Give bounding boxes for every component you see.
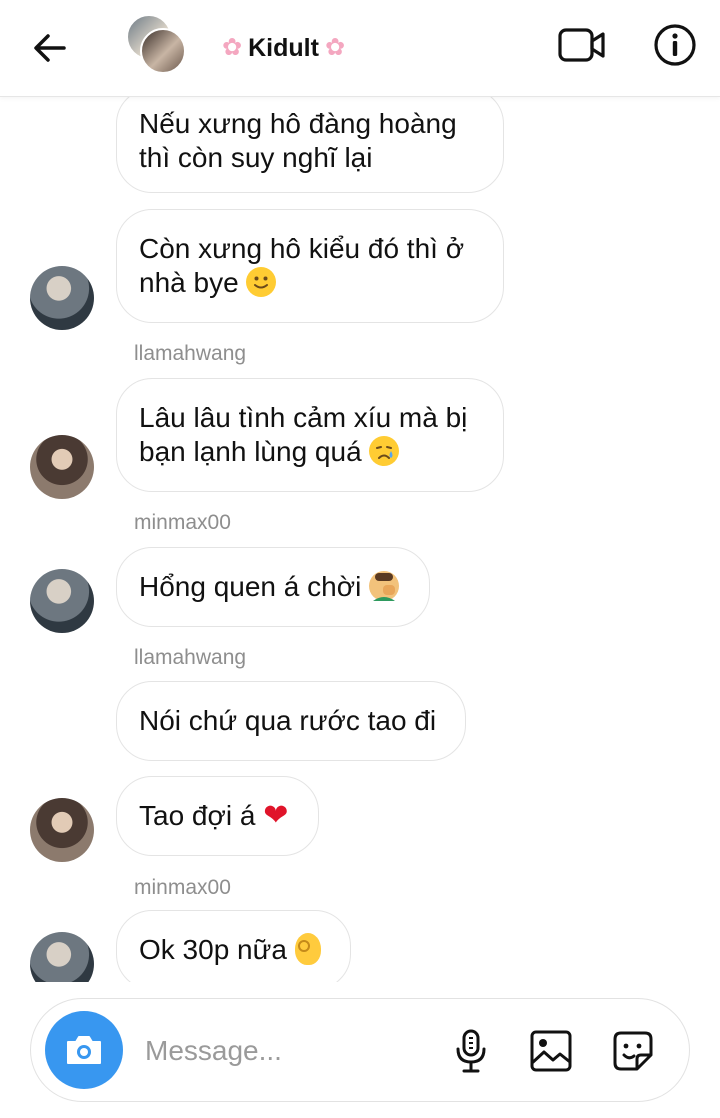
cherry-blossom-icon: ✿: [324, 34, 346, 61]
slightly-smiling-face-icon: [246, 267, 277, 297]
chat-title[interactable]: ✿ Kidult ✿: [222, 30, 345, 66]
message-text: Nếu xưng hô đàng hoàng thì còn suy nghĩ …: [139, 107, 457, 173]
ok-hand-icon: [294, 933, 321, 965]
sender-avatar[interactable]: [30, 569, 94, 633]
cherry-blossom-icon: ✿: [222, 34, 243, 61]
sender-avatar[interactable]: [30, 266, 94, 330]
chat-title-text: Kidult: [248, 33, 319, 62]
sender-avatar[interactable]: [30, 932, 94, 982]
voice-message-button[interactable]: [449, 1027, 493, 1075]
sender-name: minmax00: [134, 876, 231, 899]
message-bubble[interactable]: Hổng quen á chời: [116, 547, 430, 627]
sticker-button[interactable]: [609, 1027, 657, 1075]
message-text: Ok 30p nữa: [139, 934, 287, 965]
video-camera-icon: [558, 28, 605, 62]
message-text: Còn xưng hô kiểu đó thì ở nhà bye: [139, 233, 465, 298]
message-text: Tao đợi á: [139, 800, 256, 831]
message-input[interactable]: [143, 1029, 427, 1073]
red-heart-icon: ❤: [263, 798, 289, 833]
arrow-left-icon: [34, 34, 66, 62]
message-bubble[interactable]: Nếu xưng hô đàng hoàng thì còn suy nghĩ …: [116, 96, 504, 193]
camera-icon: [67, 1036, 101, 1064]
message-text: Lâu lâu tình cảm xíu mà bị bạn lạnh lùng…: [139, 402, 468, 467]
camera-button[interactable]: [45, 1011, 123, 1089]
message-text: Hổng quen á chời: [139, 571, 362, 602]
info-icon: [654, 24, 696, 66]
avatar: [140, 28, 186, 74]
sender-avatar[interactable]: [30, 798, 94, 862]
message-composer: [30, 998, 690, 1102]
info-button[interactable]: [652, 22, 698, 68]
sender-name: minmax00: [134, 511, 231, 534]
sticker-icon: [613, 1031, 653, 1071]
back-button[interactable]: [28, 26, 72, 70]
message-bubble[interactable]: Nói chứ qua rước tao đi: [116, 681, 466, 761]
microphone-icon: [456, 1029, 486, 1073]
group-avatar[interactable]: [124, 14, 192, 78]
video-call-button[interactable]: [556, 22, 608, 68]
gallery-button[interactable]: [527, 1027, 575, 1075]
message-text: Nói chứ qua rước tao đi: [139, 705, 437, 736]
message-bubble[interactable]: Ok 30p nữa: [116, 910, 351, 982]
message-list[interactable]: Nếu xưng hô đàng hoàng thì còn suy nghĩ …: [0, 96, 720, 982]
sender-name: llamahwang: [134, 646, 247, 669]
crying-face-icon: [369, 436, 400, 466]
chat-header: ✿ Kidult ✿: [0, 0, 720, 97]
image-icon: [530, 1030, 572, 1072]
facepalm-icon: [369, 571, 400, 601]
message-bubble[interactable]: Lâu lâu tình cảm xíu mà bị bạn lạnh lùng…: [116, 378, 504, 492]
sender-name: llamahwang: [134, 342, 247, 365]
message-bubble[interactable]: Tao đợi á ❤: [116, 776, 319, 856]
message-bubble[interactable]: Còn xưng hô kiểu đó thì ở nhà bye: [116, 209, 504, 323]
sender-avatar[interactable]: [30, 435, 94, 499]
